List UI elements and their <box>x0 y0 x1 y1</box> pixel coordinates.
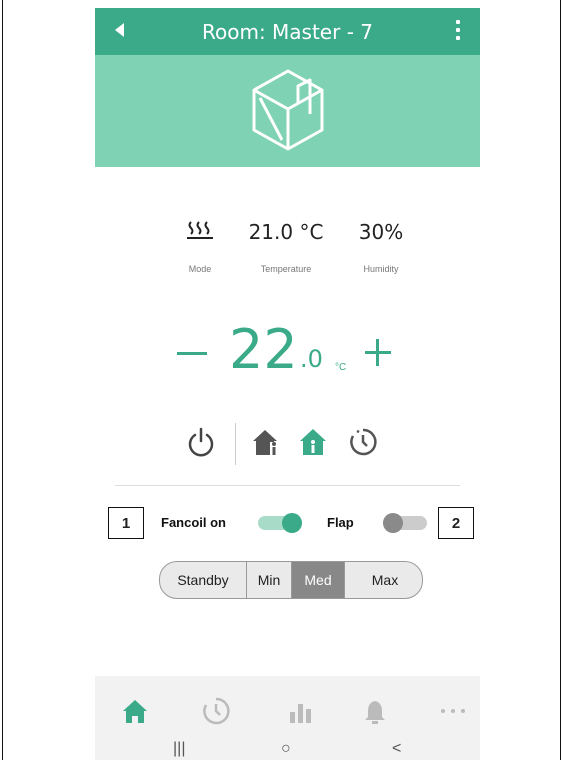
screenshot-border-right <box>560 0 561 760</box>
room-cube-icon <box>252 69 324 151</box>
flap-toggle-knob <box>383 513 403 533</box>
humidity-label: Humidity <box>363 264 399 274</box>
decrease-setpoint-button[interactable] <box>177 352 207 355</box>
system-home-button[interactable]: ○ <box>281 740 291 758</box>
page-title: Room: Master - 7 <box>201 19 373 44</box>
power-icon[interactable] <box>187 427 215 457</box>
fan-speed-med[interactable]: Med <box>292 562 345 598</box>
temperature-label: Temperature <box>260 264 312 274</box>
setpoint-unit: °C <box>335 362 347 373</box>
flap-label: Flap <box>327 515 354 530</box>
heating-waves-icon <box>155 218 245 246</box>
fancoil-toggle[interactable] <box>258 513 302 533</box>
screenshot-border-left <box>2 0 3 760</box>
setpoint-decimal: .0 <box>300 345 323 373</box>
increase-setpoint-button[interactable] <box>365 336 399 370</box>
more-options-icon[interactable] <box>456 20 460 44</box>
fan-speed-selector: Standby Min Med Max <box>159 561 423 599</box>
setpoint-control: 22 .0 °C <box>95 318 480 388</box>
home-away-icon[interactable] <box>251 427 281 457</box>
fan-speed-standby[interactable]: Standby <box>160 562 247 598</box>
bottom-navigation: ||| ○ < <box>95 676 480 760</box>
nav-statistics-icon[interactable] <box>286 696 316 726</box>
mode-stat[interactable]: Mode <box>155 218 245 274</box>
nav-alarms-bell-icon[interactable] <box>360 696 390 726</box>
operating-mode-bar <box>95 421 480 467</box>
callout-2: 2 <box>438 507 474 539</box>
nav-home-icon[interactable] <box>120 696 150 726</box>
system-back-button[interactable]: < <box>392 740 401 758</box>
phone-screen: Room: Master - 7 Mode 21.0 °C Temperatur… <box>95 0 480 760</box>
humidity-stat: 30% Humidity <box>336 218 426 274</box>
mode-label: Mode <box>188 264 212 274</box>
nav-more-icon[interactable] <box>438 696 468 726</box>
nav-schedule-icon[interactable] <box>201 696 231 726</box>
callout-1: 1 <box>108 507 144 539</box>
system-recents-button[interactable]: ||| <box>173 740 185 758</box>
flap-toggle[interactable] <box>383 513 427 533</box>
fan-speed-max[interactable]: Max <box>345 562 422 598</box>
temperature-stat: 21.0 °C Temperature <box>241 218 331 274</box>
back-arrow-icon[interactable] <box>115 23 124 37</box>
home-icon[interactable] <box>299 427 327 457</box>
mode-divider <box>235 423 236 465</box>
schedule-icon[interactable] <box>348 427 378 457</box>
fancoil-toggle-knob <box>282 513 302 533</box>
humidity-value: 30% <box>358 220 404 244</box>
setpoint-integer: 22 <box>229 318 298 381</box>
app-bar: Room: Master - 7 <box>95 8 480 55</box>
fancoil-label: Fancoil on <box>161 515 226 530</box>
room-stats: Mode 21.0 °C Temperature 30% Humidity <box>95 218 480 288</box>
room-hero-banner <box>95 55 480 167</box>
temperature-value: 21.0 °C <box>248 220 324 244</box>
fan-speed-min[interactable]: Min <box>247 562 292 598</box>
section-divider <box>115 485 460 486</box>
